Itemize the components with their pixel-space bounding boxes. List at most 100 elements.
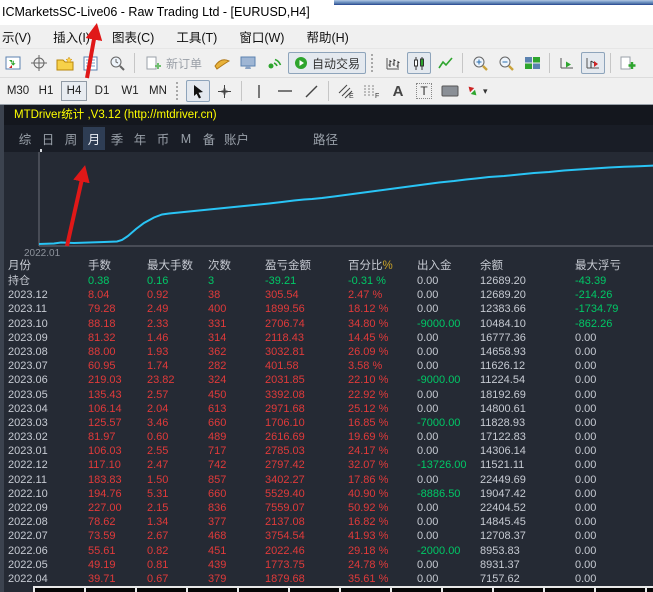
- menu-item[interactable]: 窗口(W): [228, 25, 295, 48]
- table-cell: 2023.11: [8, 302, 88, 316]
- menu-item[interactable]: 工具(T): [165, 25, 228, 48]
- timeframe-h4[interactable]: H4: [61, 81, 87, 101]
- arrows-tool-icon[interactable]: ▾: [464, 80, 489, 102]
- table-cell: -8886.50: [417, 487, 480, 501]
- table-cell: 2616.69: [265, 430, 348, 444]
- percent-sign: %: [383, 260, 393, 272]
- table-cell: 194.76: [88, 487, 147, 501]
- panel-tab[interactable]: 季: [106, 127, 128, 150]
- menu-item[interactable]: 示(V): [0, 25, 42, 48]
- table-cell: 117.10: [88, 458, 147, 472]
- candlestick-chart-icon[interactable]: [407, 52, 431, 74]
- panel-tab[interactable]: 币: [152, 127, 174, 150]
- timeframe-m30[interactable]: M30: [5, 81, 31, 101]
- fibonacci-tool-icon[interactable]: F: [360, 80, 384, 102]
- table-cell: 2.67: [147, 529, 208, 543]
- terminal-icon[interactable]: [236, 52, 260, 74]
- signals-icon[interactable]: [262, 52, 286, 74]
- table-cell: 2022.09: [8, 501, 88, 515]
- auto-scroll-icon[interactable]: [555, 52, 579, 74]
- zoom-in-icon[interactable]: [468, 52, 492, 74]
- stats-table: 月份手数最大手数次数盈亏金额百分比%出入金余额最大浮亏持仓0.380.163-3…: [4, 258, 653, 586]
- vertical-line-tool-icon[interactable]: [247, 80, 271, 102]
- table-cell: 400: [208, 302, 265, 316]
- timeframe-mn[interactable]: MN: [145, 81, 171, 101]
- new-order-button[interactable]: 新订单: [140, 52, 208, 74]
- new-template-icon[interactable]: [616, 52, 640, 74]
- pointer-tool-icon[interactable]: [186, 80, 210, 102]
- table-cell: 17122.83: [480, 430, 575, 444]
- table-row: 2023.03125.573.466601706.1016.85 %-7000.…: [4, 416, 653, 430]
- table-cell: 10484.10: [480, 317, 575, 331]
- equidistant-channel-icon[interactable]: E: [334, 80, 358, 102]
- table-cell: 29.18 %: [348, 544, 417, 558]
- text-tool-icon[interactable]: A: [386, 80, 410, 102]
- table-cell: 0.00: [575, 544, 649, 558]
- table-cell: 377: [208, 515, 265, 529]
- zoom-out-icon[interactable]: [494, 52, 518, 74]
- crosshair-icon[interactable]: [27, 52, 51, 74]
- toolbar-separator: [610, 53, 611, 73]
- panel-tab[interactable]: 年: [129, 127, 151, 150]
- table-row: 持仓0.380.163-39.21-0.31 %0.0012689.20-43.…: [4, 274, 653, 288]
- table-cell: 305.54: [265, 288, 348, 302]
- table-row: 2023.06219.0323.823242031.8522.10 %-9000…: [4, 373, 653, 387]
- strategy-tester-icon[interactable]: [105, 52, 129, 74]
- panel-tab[interactable]: 月: [83, 127, 105, 150]
- line-chart-icon[interactable]: [433, 52, 457, 74]
- label-tool-icon[interactable]: T: [412, 80, 436, 102]
- crosshair-tool-icon[interactable]: [212, 80, 236, 102]
- table-cell: 2023.09: [8, 331, 88, 345]
- table-cell: 26.09 %: [348, 345, 417, 359]
- chart-shift-icon[interactable]: [581, 52, 605, 74]
- rectangle-tool-icon[interactable]: [438, 80, 462, 102]
- mql5-community-icon[interactable]: [210, 52, 234, 74]
- table-cell: 18.12 %: [348, 302, 417, 316]
- panel-tab-path[interactable]: 路径: [313, 129, 338, 148]
- table-cell: 2023.02: [8, 430, 88, 444]
- timeframe-d1[interactable]: D1: [89, 81, 115, 101]
- column-header: 余额: [480, 258, 575, 274]
- table-cell: 2023.07: [8, 359, 88, 373]
- table-cell: 79.28: [88, 302, 147, 316]
- autotrade-button[interactable]: 自动交易: [288, 52, 366, 74]
- market-watch-icon[interactable]: [79, 52, 103, 74]
- table-cell: 1.93: [147, 345, 208, 359]
- panel-tab[interactable]: 日: [37, 127, 59, 150]
- panel-tab[interactable]: 周: [60, 127, 82, 150]
- trendline-tool-icon[interactable]: [299, 80, 323, 102]
- table-cell: 3754.54: [265, 529, 348, 543]
- menu-item[interactable]: 图表(C): [101, 25, 165, 48]
- dropdown-arrow-icon[interactable]: ▾: [483, 86, 488, 97]
- table-cell: 0.00: [575, 359, 649, 373]
- table-cell: 0.60: [147, 430, 208, 444]
- table-cell: 2023.12: [8, 288, 88, 302]
- table-cell: 0.00: [575, 373, 649, 387]
- timeframe-w1[interactable]: W1: [117, 81, 143, 101]
- toolbar-gripper[interactable]: [176, 82, 181, 100]
- bar-chart-icon[interactable]: [381, 52, 405, 74]
- new-chart-icon[interactable]: [1, 52, 25, 74]
- table-cell: 836: [208, 501, 265, 515]
- fibo-letter: F: [375, 93, 379, 99]
- table-row: 2023.04106.142.046132971.6825.12 %0.0014…: [4, 402, 653, 416]
- table-cell: 14306.14: [480, 444, 575, 458]
- menu-item[interactable]: 插入(I): [42, 25, 101, 48]
- panel-tab[interactable]: M: [175, 130, 197, 148]
- menu-item[interactable]: 帮助(H): [295, 25, 359, 48]
- table-cell: 0.00: [417, 302, 480, 316]
- panel-tab[interactable]: 备: [198, 127, 220, 150]
- table-cell: 0.00: [417, 473, 480, 487]
- horizontal-line-tool-icon[interactable]: [273, 80, 297, 102]
- panel-tab[interactable]: 综: [14, 127, 36, 150]
- table-cell: 81.97: [88, 430, 147, 444]
- favorites-icon[interactable]: [53, 52, 77, 74]
- toolbar-gripper[interactable]: [371, 54, 376, 72]
- table-cell: 60.95: [88, 359, 147, 373]
- tile-windows-icon[interactable]: [520, 52, 544, 74]
- table-cell: 324: [208, 373, 265, 387]
- table-cell: 2022.07: [8, 529, 88, 543]
- panel-tab[interactable]: 账户: [221, 127, 252, 150]
- timeframe-h1[interactable]: H1: [33, 81, 59, 101]
- table-cell: 660: [208, 416, 265, 430]
